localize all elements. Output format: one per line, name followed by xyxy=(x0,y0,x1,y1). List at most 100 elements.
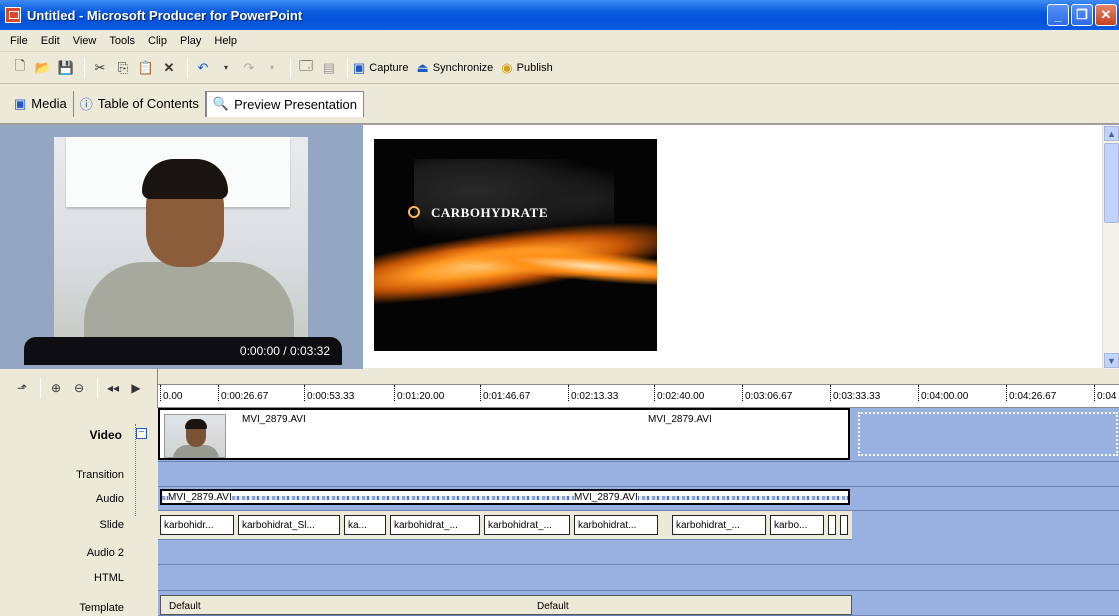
restore-button[interactable]: ❐ xyxy=(1071,4,1093,26)
cut-icon[interactable]: ✂ xyxy=(90,58,110,78)
circle-arrow-icon xyxy=(408,206,420,218)
template-name: Default xyxy=(537,601,569,612)
capture-button[interactable]: ▣ Capture xyxy=(353,60,408,76)
video-track: Video − MVI_2879.AVI MVI_2879.AVI xyxy=(0,408,1119,462)
ruler-tick: 0:02:40.00 xyxy=(654,385,704,407)
tab-table-of-contents[interactable]: ⓘ Table of Contents xyxy=(74,90,206,117)
vertical-scrollbar[interactable]: ▲ ▼ xyxy=(1102,125,1119,369)
tab-preview-presentation[interactable]: 🔍 Preview Presentation xyxy=(205,90,364,117)
slide-clip[interactable]: ka... xyxy=(344,515,386,535)
tab-toc-label: Table of Contents xyxy=(97,96,199,111)
html-track-area[interactable] xyxy=(158,565,1119,591)
window-title: Untitled - Microsoft Producer for PowerP… xyxy=(27,7,303,23)
menu-view[interactable]: View xyxy=(73,35,97,47)
ruler-tick: 0.00 xyxy=(160,385,182,407)
properties-icon[interactable]: 🗔 xyxy=(296,58,316,78)
video-preview-pane: 0:00:00 / 0:03:32 xyxy=(0,125,363,369)
save-icon[interactable]: 💾 xyxy=(56,58,76,78)
toolbar-separator xyxy=(40,378,41,398)
timeline-ruler[interactable]: 0.00 0:00:26.67 0:00:53.33 0:01:20.00 0:… xyxy=(158,384,1119,408)
slide-clip[interactable]: karbohidrat_... xyxy=(672,515,766,535)
audio-waveform xyxy=(162,496,848,500)
new-file-icon[interactable]: 🗋 xyxy=(10,58,30,78)
audio-track-area[interactable]: MVI_2879.AVI MVI_2879.AVI xyxy=(158,487,1119,511)
ruler-tick: 0:00:53.33 xyxy=(304,385,354,407)
template-track: Template Default Default xyxy=(0,591,1119,616)
slide-clip[interactable] xyxy=(840,515,848,535)
toolbar-separator xyxy=(290,57,291,78)
audio-clip-name: MVI_2879.AVI xyxy=(574,492,638,503)
slide-clip[interactable]: karbohidrat_Sl... xyxy=(238,515,340,535)
video-control-bar[interactable]: 0:00:00 / 0:03:32 xyxy=(24,337,342,365)
video-frame[interactable] xyxy=(54,137,308,337)
ruler-tick: 0:04:26.67 xyxy=(1006,385,1056,407)
toolbar-separator xyxy=(84,57,85,78)
menu-file[interactable]: File xyxy=(10,35,28,47)
producer-app-icon[interactable] xyxy=(5,7,21,23)
delete-icon[interactable]: ✕ xyxy=(159,58,179,78)
slide-clip[interactable]: karbohidr... xyxy=(160,515,234,535)
synchronize-button[interactable]: ⏏ Synchronize xyxy=(416,60,493,76)
redo-dropdown-icon[interactable]: ▾ xyxy=(262,58,282,78)
audio2-track: Audio 2 xyxy=(0,540,1119,565)
menu-clip[interactable]: Clip xyxy=(148,35,167,47)
template-track-area[interactable]: Default Default xyxy=(158,591,1119,616)
standard-toolbar: 🗋 📂 💾 ✂ ⎘ 📋 ✕ ↶ ▾ ↷ ▾ 🗔 ▤ ▣ Capture ⏏ Sy… xyxy=(0,52,1119,84)
playback-time: 0:00:00 / 0:03:32 xyxy=(239,344,330,358)
slide-clip[interactable]: karbohidrat... xyxy=(574,515,658,535)
html-track-label: HTML xyxy=(94,572,124,584)
copy-icon[interactable]: ⎘ xyxy=(113,58,133,78)
slide-clip[interactable] xyxy=(828,515,836,535)
transition-track-area[interactable] xyxy=(158,462,1119,487)
audio2-track-area[interactable] xyxy=(158,540,1119,565)
presenter-body xyxy=(84,262,294,337)
undo-icon[interactable]: ↶ xyxy=(193,58,213,78)
rewind-icon[interactable]: ◂◂ xyxy=(103,378,123,398)
play-icon[interactable]: ▶ xyxy=(126,378,146,398)
view-icon[interactable]: ▤ xyxy=(319,58,339,78)
template-name: Default xyxy=(169,601,201,612)
slide-track: Slide karbohidr... karbohidrat_Sl... ka.… xyxy=(0,511,1119,540)
slide-track-area[interactable]: karbohidr... karbohidrat_Sl... ka... kar… xyxy=(158,511,1119,540)
zoom-out-icon[interactable]: ⊖ xyxy=(69,378,89,398)
menu-play[interactable]: Play xyxy=(180,35,201,47)
tab-media[interactable]: ▣ Media xyxy=(8,90,74,117)
scroll-down-arrow-icon[interactable]: ▼ xyxy=(1104,353,1119,368)
close-button[interactable]: ✕ xyxy=(1095,4,1117,26)
slide-clip[interactable]: karbohidrat_... xyxy=(484,515,570,535)
menu-edit[interactable]: Edit xyxy=(41,35,60,47)
audio-track-label: Audio xyxy=(95,493,124,505)
menu-bar: File Edit View Tools Clip Play Help xyxy=(0,30,1119,52)
open-folder-icon[interactable]: 📂 xyxy=(33,58,53,78)
zoom-in-icon[interactable]: ⊕ xyxy=(46,378,66,398)
audio2-track-label: Audio 2 xyxy=(86,547,124,559)
scroll-up-arrow-icon[interactable]: ▲ xyxy=(1104,126,1119,141)
slide-track-empty xyxy=(852,511,1119,540)
info-icon: ⓘ xyxy=(79,97,93,112)
capture-label: Capture xyxy=(369,61,409,74)
slide-clip[interactable]: karbohidrat_... xyxy=(390,515,480,535)
ruler-tick: 0:04 xyxy=(1094,385,1116,407)
collapse-toggle-icon[interactable]: − xyxy=(136,428,147,439)
title-bar: Untitled - Microsoft Producer for PowerP… xyxy=(0,0,1119,30)
track-tree-line xyxy=(135,424,136,516)
audio-clip[interactable]: MVI_2879.AVI MVI_2879.AVI xyxy=(160,489,850,505)
set-intro-icon[interactable]: ⬏ xyxy=(12,378,32,398)
menu-tools[interactable]: Tools xyxy=(109,35,135,47)
ruler-tick: 0:03:33.33 xyxy=(830,385,880,407)
template-clip[interactable]: Default Default xyxy=(160,595,852,615)
audio-track: Audio MVI_2879.AVI MVI_2879.AVI xyxy=(0,487,1119,511)
undo-dropdown-icon[interactable]: ▾ xyxy=(216,58,236,78)
publish-icon: ◉ xyxy=(501,59,513,75)
video-track-area[interactable]: MVI_2879.AVI MVI_2879.AVI xyxy=(158,408,1119,462)
menu-help[interactable]: Help xyxy=(214,35,237,47)
ruler-tick: 0:00:26.67 xyxy=(218,385,268,407)
scroll-thumb[interactable] xyxy=(1104,143,1119,223)
video-clip[interactable]: MVI_2879.AVI MVI_2879.AVI xyxy=(158,408,850,460)
paste-icon[interactable]: 📋 xyxy=(136,58,156,78)
publish-button[interactable]: ◉ Publish xyxy=(501,60,552,76)
slide-clip[interactable]: karbo... xyxy=(770,515,824,535)
minimize-button[interactable]: _ xyxy=(1047,4,1069,26)
redo-icon[interactable]: ↷ xyxy=(239,58,259,78)
video-track-label: Video xyxy=(89,428,122,442)
